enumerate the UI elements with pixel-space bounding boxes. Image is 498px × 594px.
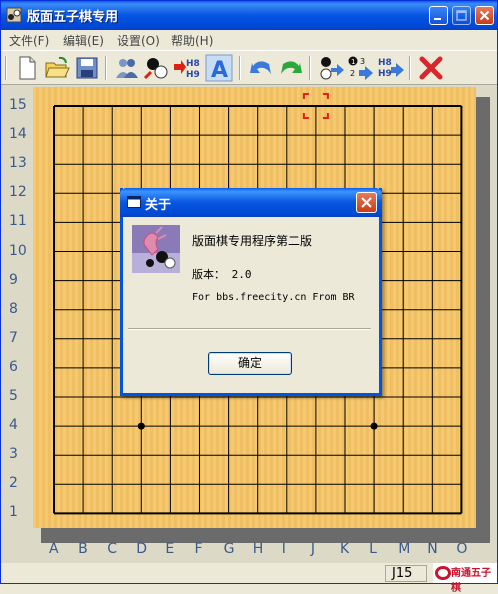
column-label: M <box>398 541 411 557</box>
toolbar-separator <box>239 56 241 80</box>
minimize-button[interactable] <box>429 6 448 25</box>
watermark-logo: 南通五子棋 <box>433 563 497 594</box>
column-label: A <box>49 541 59 557</box>
cursor-position: J15 <box>385 565 427 582</box>
about-credit: For bbs.freecity.cn From BR <box>192 292 355 303</box>
toolbar-separator <box>105 56 107 80</box>
column-label: H <box>252 541 264 557</box>
redo-arrow-icon[interactable] <box>277 54 305 82</box>
star-point <box>370 422 378 430</box>
players-icon[interactable] <box>113 54 141 82</box>
row-label: 15 <box>9 97 27 113</box>
dialog-close-button[interactable] <box>356 192 377 213</box>
status-bar: J15 南通五子棋 <box>1 563 497 594</box>
about-version: 版本： 2.0 <box>192 268 252 281</box>
menu-help[interactable]: 帮助(H) <box>171 32 213 49</box>
delete-x-icon[interactable] <box>417 54 445 82</box>
menu-settings[interactable]: 设置(O) <box>117 32 160 49</box>
app-window: 版面五子棋专用 文件(F) 编辑(E) 设置(O) 帮助(H) H8 H9 A … <box>0 0 498 594</box>
row-label: 7 <box>9 329 18 346</box>
svg-text:H8: H8 <box>186 59 200 69</box>
svg-text:1: 1 <box>351 58 355 66</box>
svg-text:H8: H8 <box>378 58 392 68</box>
window-title: 版面五子棋专用 <box>27 10 119 25</box>
about-app-name: 版面棋专用程序第二版 <box>192 234 313 248</box>
row-label: 14 <box>9 126 27 143</box>
row-label: 6 <box>9 358 18 375</box>
window-icon <box>127 196 141 208</box>
dialog-title: 关于 <box>145 198 172 213</box>
column-label: O <box>456 541 468 557</box>
column-label: E <box>165 541 175 557</box>
row-label: 2 <box>9 475 18 492</box>
open-folder-icon[interactable] <box>43 54 71 82</box>
svg-text:A: A <box>211 58 228 82</box>
svg-text:3: 3 <box>360 57 365 66</box>
row-label: 13 <box>9 155 27 172</box>
about-dialog: 关于 版面棋专用程序第二版 版本： 2.0 For bbs.freecity.c… <box>120 188 382 396</box>
column-label: B <box>78 541 88 557</box>
stone-arrow-icon[interactable] <box>317 54 345 82</box>
column-label: J <box>310 541 316 557</box>
svg-text:H9: H9 <box>378 69 392 79</box>
text-a-icon[interactable]: A <box>205 54 233 82</box>
new-file-icon[interactable] <box>13 54 41 82</box>
maximize-button[interactable] <box>452 6 471 25</box>
svg-text:H9: H9 <box>186 70 200 80</box>
numbered-stones-arrow-icon[interactable]: 1 3 2 <box>347 54 375 82</box>
h8h9-forward-icon[interactable]: H8 H9 <box>377 54 405 82</box>
column-label: G <box>223 541 235 557</box>
row-label: 1 <box>9 504 18 521</box>
title-bar[interactable]: 版面五子棋专用 <box>1 1 497 30</box>
black-white-stones-icon[interactable] <box>143 54 171 82</box>
save-icon[interactable] <box>73 54 101 82</box>
row-label: 10 <box>9 242 27 259</box>
menu-bar: 文件(F) 编辑(E) 设置(O) 帮助(H) <box>1 30 497 50</box>
toolbar-separator <box>309 56 311 80</box>
column-label: I <box>281 541 286 557</box>
column-label: D <box>136 541 148 557</box>
column-label: C <box>107 541 117 557</box>
toolbar-grip <box>5 56 7 80</box>
app-icon <box>6 7 22 23</box>
toolbar-separator <box>409 56 411 80</box>
star-point <box>137 422 145 430</box>
about-app-image <box>132 225 180 273</box>
row-label: 5 <box>9 388 18 404</box>
column-label: K <box>340 541 350 557</box>
logo-icon <box>435 566 451 580</box>
row-label: 9 <box>9 271 18 288</box>
menu-edit[interactable]: 编辑(E) <box>63 32 104 49</box>
row-label: 11 <box>9 213 27 230</box>
svg-text:2: 2 <box>350 69 355 78</box>
dialog-title-bar[interactable]: 关于 <box>120 188 382 217</box>
watermark-text: 南通五子棋 <box>451 568 491 594</box>
ok-button[interactable]: 确定 <box>208 352 292 375</box>
toolbar: H8 H9 A 1 3 2 H8 H9 <box>1 50 497 85</box>
column-label: N <box>427 541 438 557</box>
row-label: 4 <box>9 417 18 434</box>
row-label: 3 <box>9 446 18 463</box>
h8h9-arrow-icon[interactable]: H8 H9 <box>173 54 201 82</box>
column-label: F <box>194 541 203 557</box>
dialog-divider <box>128 328 371 330</box>
close-button[interactable] <box>475 6 494 25</box>
undo-arrow-icon[interactable] <box>247 54 275 82</box>
row-label: 12 <box>9 184 27 201</box>
column-label: L <box>369 541 377 557</box>
menu-file[interactable]: 文件(F) <box>9 32 49 49</box>
row-label: 8 <box>9 300 18 317</box>
